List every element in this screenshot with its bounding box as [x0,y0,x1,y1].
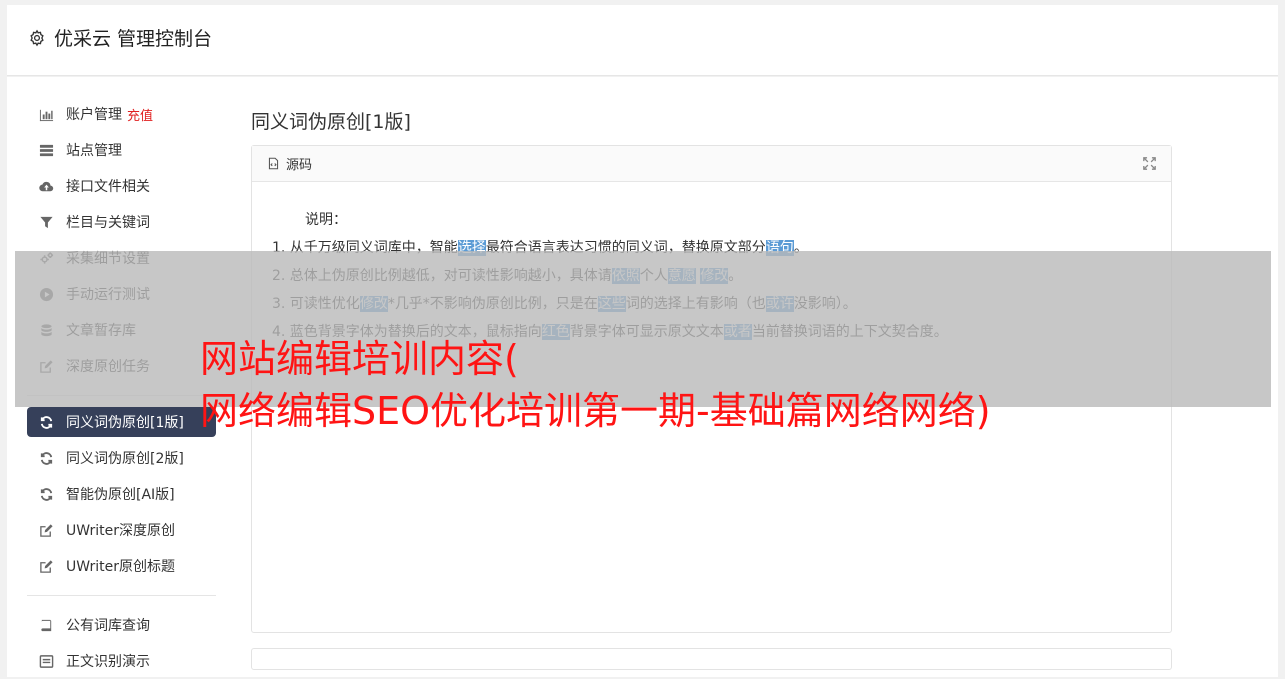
sidebar-item-b-3[interactable]: UWriter深度原创 [27,512,216,548]
sidebar-item-label: 正文识别演示 [66,654,150,670]
expand-icon[interactable] [1143,157,1157,171]
recharge-link[interactable]: 充值 [127,105,153,124]
sidebar-item-a-0[interactable]: 账户管理 充值 [27,96,216,132]
refresh-icon [38,486,55,503]
filter-icon [38,214,55,231]
app-title-text: 优采云 管理控制台 [54,28,213,50]
book-icon [38,617,55,634]
app-title: 优采云 管理控制台 [28,24,212,51]
headline-line-2: 网络编辑SEO优化培训第一期-基础篇网络网络) [200,389,991,433]
note-title: 说明： [305,212,347,228]
sidebar-item-label: UWriter原创标题 [66,559,175,575]
sidebar-item-c-0[interactable]: 公有词库查询 [27,607,216,643]
sidebar-divider [27,595,216,596]
sidebar-item-b-2[interactable]: 智能伪原创[AI版] [27,476,216,512]
gear-icon[interactable] [28,29,46,47]
server-icon [38,142,55,159]
sidebar-item-label: 智能伪原创[AI版] [66,487,175,503]
sidebar-item-b-4[interactable]: UWriter原创标题 [27,548,216,584]
refresh-icon [38,450,55,467]
sidebar-item-c-1[interactable]: 正文识别演示 [27,643,216,679]
sidebar-item-label: 账户管理 [66,107,122,123]
sidebar-item-b-1[interactable]: 同义词伪原创[2版] [27,440,216,476]
sidebar-item-label: 同义词伪原创[2版] [66,451,184,467]
sidebar-item-a-2[interactable]: 接口文件相关 [27,168,216,204]
list-icon [38,653,55,670]
panel-header: 源码 [252,146,1171,182]
sidebar-item-label: 接口文件相关 [66,179,150,195]
overlay-headline: 网站编辑培训内容( 网络编辑SEO优化培训第一期-基础篇网络网络) [200,333,991,437]
page-title: 同义词伪原创[1版] [251,111,411,133]
edit-icon [38,558,55,575]
sidebar-item-a-3[interactable]: 栏目与关键词 [27,204,216,240]
sidebar-item-label: UWriter深度原创 [66,523,175,539]
sidebar-item-label: 同义词伪原创[1版] [66,415,184,431]
sidebar-item-label: 栏目与关键词 [66,215,150,231]
bar-chart-icon [38,106,55,123]
cloud-upload-icon [38,178,55,195]
refresh-icon [38,414,55,431]
result-panel [251,648,1172,670]
sidebar-item-a-1[interactable]: 站点管理 [27,132,216,168]
headline-line-1: 网站编辑培训内容( [200,337,519,381]
code-file-icon [267,157,280,170]
sidebar-item-label: 公有词库查询 [66,618,150,634]
panel-title: 源码 [286,158,313,173]
sidebar-item-label: 站点管理 [66,143,122,159]
sidebar-item-b-0[interactable]: 同义词伪原创[1版] [27,407,216,437]
edit-icon [38,522,55,539]
